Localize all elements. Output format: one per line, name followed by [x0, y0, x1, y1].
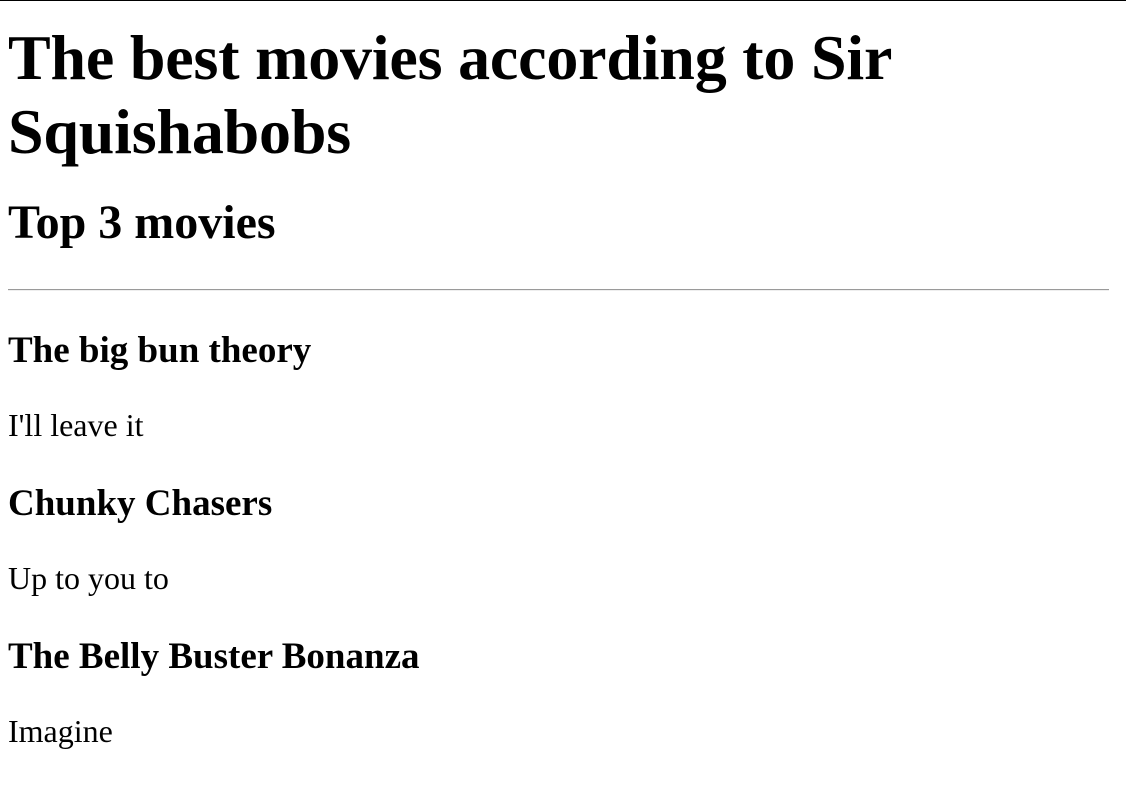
movie-description: Imagine	[8, 713, 113, 749]
movie-list: The big bun theory I'll leave it Chunky …	[8, 329, 1118, 750]
movie-description: Up to you to	[8, 560, 169, 596]
movie-description: I'll leave it	[8, 407, 144, 443]
page-content: The best movies according to Sir Squisha…	[0, 21, 1126, 750]
page-title: The best movies according to Sir Squisha…	[8, 22, 892, 167]
movie-title: Chunky Chasers	[8, 483, 273, 524]
movie-title: The big bun theory	[8, 330, 312, 371]
movie-title: The Belly Buster Bonanza	[8, 636, 420, 677]
section-divider	[8, 289, 1109, 291]
section-heading: Top 3 movies	[8, 196, 276, 249]
